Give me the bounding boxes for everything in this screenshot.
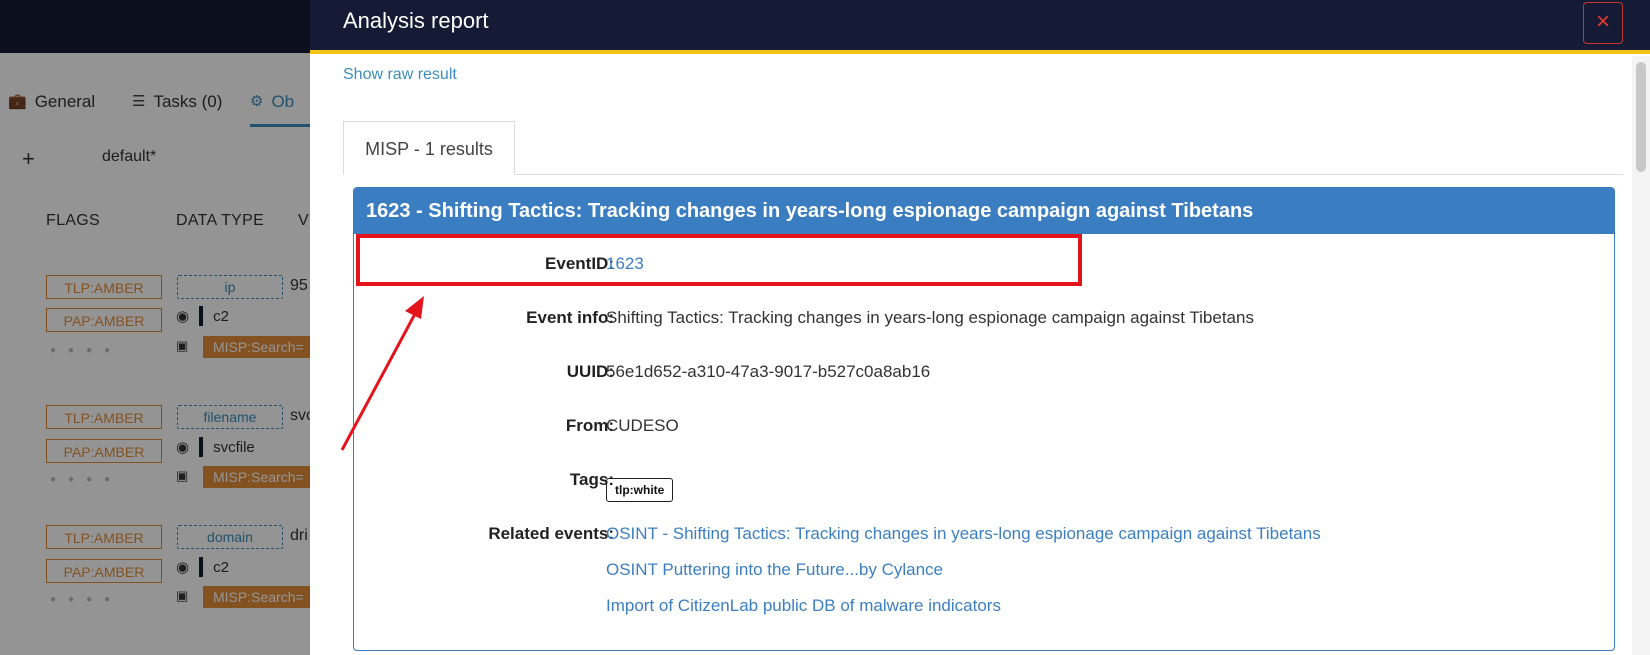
close-icon: × — [1595, 8, 1610, 35]
scrollbar-thumb[interactable] — [1636, 62, 1646, 172]
uuid-value: 56e1d652-a310-47a3-9017-b527c0a8ab16 — [606, 362, 931, 381]
related-event-link[interactable]: Import of CitizenLab public DB of malwar… — [606, 596, 1001, 616]
tab-misp-results[interactable]: MISP - 1 results — [343, 121, 515, 175]
from-value: CUDESO — [606, 416, 679, 435]
panel-title: 1623 - Shifting Tactics: Tracking change… — [354, 188, 1614, 234]
tab-divider — [343, 174, 1623, 175]
annotation-highlight-box — [356, 234, 1082, 286]
related-event-link[interactable]: OSINT - Shifting Tactics: Tracking chang… — [606, 524, 1321, 544]
related-events-label: Related events: — [488, 524, 614, 543]
analysis-report-modal: Analysis report × Show raw result MISP -… — [310, 0, 1650, 655]
close-button[interactable]: × — [1583, 2, 1623, 44]
event-info-value: Shifting Tactics: Tracking changes in ye… — [606, 308, 1254, 327]
modal-scrollbar[interactable] — [1632, 56, 1650, 655]
show-raw-result-link[interactable]: Show raw result — [343, 66, 457, 84]
related-event-link[interactable]: OSINT Puttering into the Future...by Cyl… — [606, 560, 943, 580]
modal-header: Analysis report × — [310, 0, 1650, 54]
tag-badge: tlp:white — [606, 478, 674, 502]
event-info-label: Event info: — [526, 308, 614, 327]
modal-title: Analysis report — [343, 8, 489, 33]
